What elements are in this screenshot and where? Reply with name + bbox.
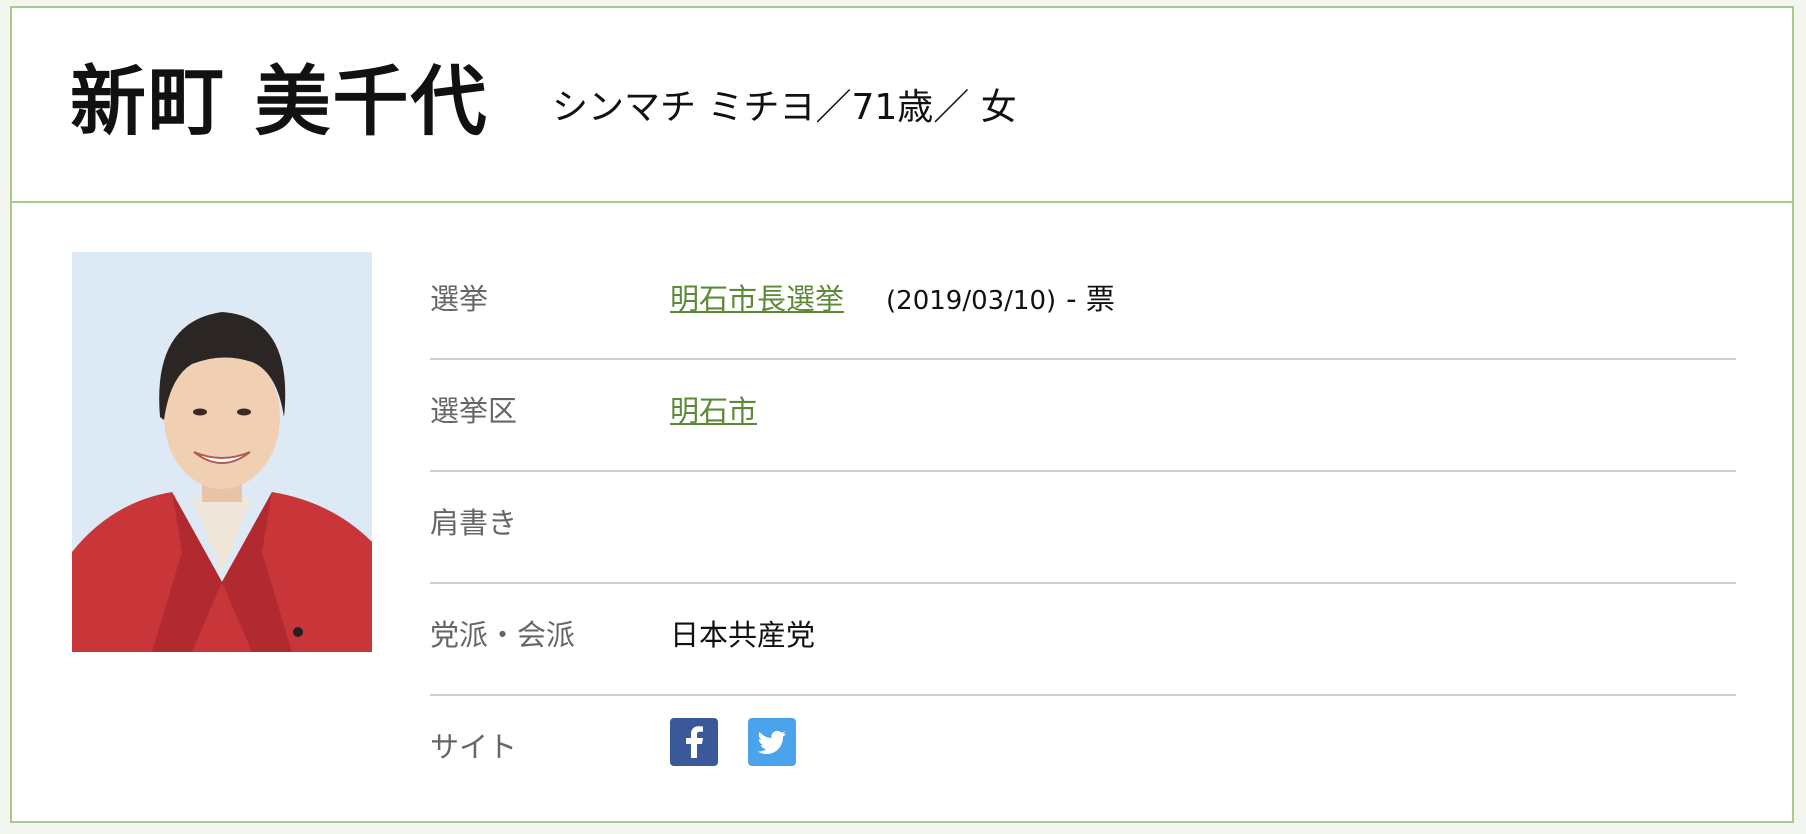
party-label: 党派・会派: [430, 618, 576, 652]
election-votes: - 票: [1066, 282, 1115, 316]
title-label: 肩書き: [430, 506, 518, 540]
row-site: サイト: [430, 696, 1736, 808]
election-date: (2019/03/10): [886, 286, 1057, 316]
candidate-photo: [72, 252, 372, 652]
candidate-card: 新町 美千代 シンマチ ミチヨ／71歳／ 女 選挙 明石市長選挙 (2019/0…: [10, 6, 1794, 823]
row-election: 選挙 明石市長選挙 (2019/03/10) - 票: [430, 248, 1736, 360]
row-title: 肩書き: [430, 472, 1736, 584]
party-value: 日本共産党: [670, 618, 816, 652]
candidate-header: 新町 美千代 シンマチ ミチヨ／71歳／ 女: [12, 8, 1792, 203]
election-label: 選挙: [430, 282, 489, 316]
district-value: 明石市: [670, 388, 757, 430]
twitter-icon[interactable]: [748, 718, 796, 766]
social-links: [670, 718, 796, 766]
election-value: 明石市長選挙 (2019/03/10) - 票: [670, 276, 1115, 318]
facebook-icon[interactable]: [670, 718, 718, 766]
candidate-name: 新町 美千代: [70, 57, 489, 146]
election-link[interactable]: 明石市長選挙: [670, 276, 844, 318]
candidate-portrait: [72, 252, 372, 652]
candidate-info-table: 選挙 明石市長選挙 (2019/03/10) - 票 選挙区 明石市 肩書き 党…: [430, 248, 1736, 808]
row-district: 選挙区 明石市: [430, 360, 1736, 472]
district-label: 選挙区: [430, 394, 518, 428]
candidate-subinfo: シンマチ ミチヨ／71歳／ 女: [552, 87, 1017, 128]
district-link[interactable]: 明石市: [670, 388, 757, 430]
site-label: サイト: [430, 730, 518, 764]
row-party: 党派・会派 日本共産党: [430, 584, 1736, 696]
